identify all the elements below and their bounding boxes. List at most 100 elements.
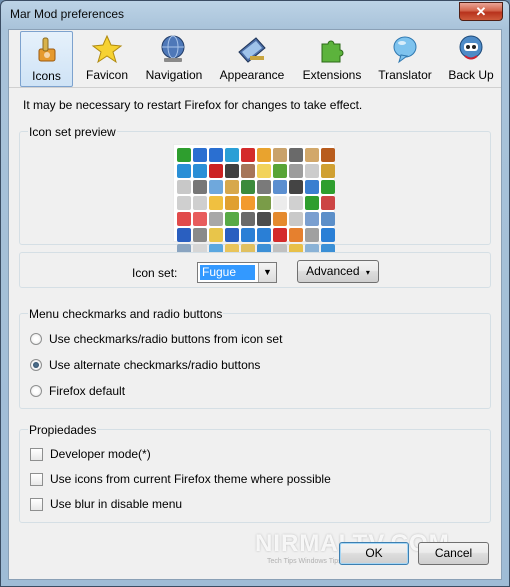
preview-icon [177,148,191,162]
preview-icon [305,196,319,210]
checkbox-label: Use icons from current Firefox theme whe… [50,472,331,486]
restart-notice: It may be necessary to restart Firefox f… [23,98,363,112]
close-icon: ✕ [475,4,487,19]
tab-favicon[interactable]: Favicon [81,31,133,87]
menu-checkmarks-title: Menu checkmarks and radio buttons [28,307,224,321]
preview-icon [257,164,271,178]
preview-icon [257,196,271,210]
preview-icon [225,212,239,226]
puzzle-piece-icon [321,40,344,63]
tab-extensions-label: Extensions [302,68,362,82]
checkbox[interactable] [30,472,43,486]
ok-button-label: OK [365,546,383,560]
preview-icon [225,148,239,162]
preview-icon [177,180,191,194]
tab-backup[interactable]: Back Up [445,31,497,87]
chevron-down-icon[interactable]: ▼ [258,263,276,282]
tab-navigation[interactable]: Navigation [142,31,206,87]
cancel-button-label: Cancel [434,546,473,560]
preview-icon [273,228,287,242]
checkbox-blur-disable-menu[interactable]: Use blur in disable menu [30,495,182,513]
radio-option-label: Use alternate checkmarks/radio buttons [49,358,261,372]
preview-icon [273,164,287,178]
preview-icon [289,228,303,242]
preview-icon [257,228,271,242]
preview-icon [209,212,223,226]
preview-icon [321,180,335,194]
preview-icon [177,212,191,226]
preview-icon [193,180,207,194]
icon-set-label: Icon set: [132,266,178,280]
preview-icon [241,212,255,226]
radio-option-label: Firefox default [49,384,126,398]
preview-icon [321,196,335,210]
icons-brush-icon [38,37,55,62]
tab-backup-label: Back Up [448,68,494,82]
checkbox-label: Use blur in disable menu [50,497,183,511]
tab-icons-label: Icons [32,69,61,83]
icon-set-preview-group: Icon set preview [19,125,491,258]
preview-icon [177,196,191,210]
preview-icon [225,180,239,194]
radio-button[interactable] [30,333,42,345]
preview-icon [241,148,255,162]
close-window-button[interactable]: ✕ [459,2,503,21]
menu-checkmarks-group: Menu checkmarks and radio buttons Use ch… [19,307,491,409]
preview-icon [305,180,319,194]
tab-navigation-label: Navigation [145,68,203,82]
navigation-globe-icon [161,35,185,62]
icon-set-dropdown[interactable]: Fugue ▼ [197,262,277,283]
dropdown-arrow-icon: ▾ [365,268,370,277]
tab-icons[interactable]: Icons [20,31,73,87]
checkbox-developer-mode[interactable]: Developer mode(*) [30,445,151,463]
preview-icon [209,164,223,178]
title-bar[interactable]: Mar Mod preferences ✕ [1,1,509,29]
icon-set-preview-image [173,144,335,258]
star-icon [91,34,123,64]
preview-icon [273,180,287,194]
checkbox[interactable] [30,497,43,511]
preview-icon [273,196,287,210]
tab-extensions[interactable]: Extensions [300,31,364,87]
ok-button[interactable]: OK [339,542,409,565]
icon-set-dropdown-value: Fugue [200,265,255,280]
radio-option-label: Use checkmarks/radio buttons from icon s… [49,332,283,346]
preview-icon [321,212,335,226]
tab-appearance[interactable]: Appearance [219,31,285,87]
preview-icon [321,164,335,178]
preferences-window: Mar Mod preferences ✕ Icons Favicon Navi… [0,0,510,587]
checkbox[interactable] [30,447,43,461]
advanced-button-label: Advanced [306,264,360,278]
checkbox-theme-icons[interactable]: Use icons from current Firefox theme whe… [30,470,331,488]
preview-icon [273,148,287,162]
icon-set-preview-title: Icon set preview [28,125,117,139]
preview-icon [225,164,239,178]
preview-icon [289,148,303,162]
checkbox-label: Developer mode(*) [50,447,151,461]
preview-icon [193,148,207,162]
backup-robot-icon [459,35,483,60]
preview-icon [177,228,191,242]
advanced-button[interactable]: Advanced ▾ [297,260,379,283]
radio-button[interactable] [30,385,42,397]
preview-icon [305,164,319,178]
cancel-button[interactable]: Cancel [418,542,489,565]
preview-icon [241,164,255,178]
radio-option-firefox-default[interactable]: Firefox default [30,382,125,400]
preview-icon [209,148,223,162]
radio-option-icon-set[interactable]: Use checkmarks/radio buttons from icon s… [30,330,282,348]
tab-translator[interactable]: Translator [375,31,435,87]
preferences-client-area: Icons Favicon Navigation Appearance Exte… [8,29,502,580]
preview-icon [225,196,239,210]
preview-icon [289,164,303,178]
preview-icon [193,228,207,242]
preview-icon [225,228,239,242]
category-toolbar: Icons Favicon Navigation Appearance Exte… [9,30,501,88]
propiedades-group: Propiedades Developer mode(*) Use icons … [19,423,491,523]
preview-icon [289,196,303,210]
radio-option-alternate[interactable]: Use alternate checkmarks/radio buttons [30,356,260,374]
tab-favicon-label: Favicon [85,68,129,82]
radio-button-selected[interactable] [30,359,42,371]
preview-icon [289,212,303,226]
preview-icon [289,180,303,194]
